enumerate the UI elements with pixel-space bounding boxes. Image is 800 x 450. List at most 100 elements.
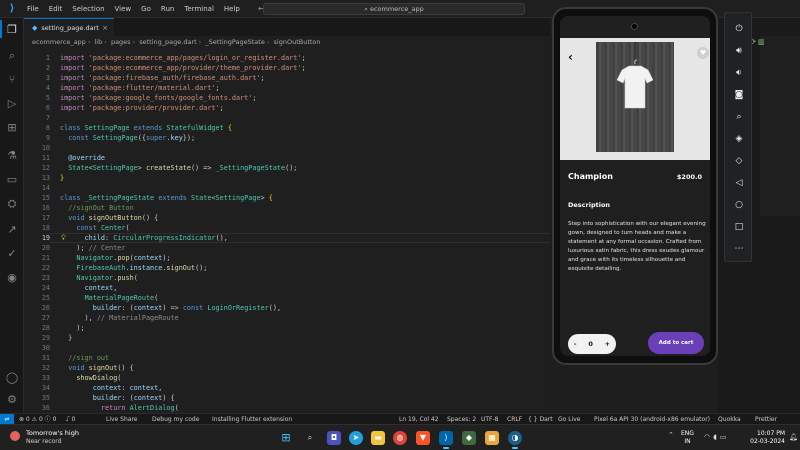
language-indicator[interactable]: ENG IN [681,430,694,446]
start-icon[interactable]: ⊞ [279,431,293,445]
notification-bell-icon[interactable]: 🔔︎ [789,433,798,441]
code-line[interactable]: 24 context, [24,283,550,293]
emulator-icon[interactable]: ◑ [508,431,522,449]
code-line[interactable]: 17 void signOutButton() { [24,213,550,223]
breadcrumb-item[interactable]: pages [111,38,131,46]
code-line[interactable]: 20 ); // Center [24,243,550,253]
breadcrumb-item[interactable]: ecommerce_app [32,38,86,46]
code-line[interactable]: 31 //sign out [24,353,550,363]
settings-gear-icon[interactable]: ⚙ [4,392,20,408]
breadcrumb-item[interactable]: _SettingPageState [205,38,264,46]
weather-title[interactable]: Tomorrow's high [26,429,79,437]
code-line[interactable]: 32 void signOut() { [24,363,550,373]
code-line[interactable]: 14 [24,183,550,193]
command-center[interactable]: ⌕ ecommerce_app [263,3,525,15]
code-line[interactable]: 6 import 'package:provider/provider.dart'… [24,103,550,113]
brave-icon[interactable]: ▼ [416,431,430,445]
weather-subtitle[interactable]: Near record [26,438,61,445]
code-line[interactable]: 33 showDialog( [24,373,550,383]
remote-explorer-icon[interactable]: ▭ [4,172,20,188]
live-share-icon[interactable]: ↗ [4,222,20,238]
menu-help[interactable]: Help [219,0,245,18]
breadcrumb-item[interactable]: signOutButton [274,38,321,46]
wifi-icon[interactable]: ◠ [704,433,713,441]
back-icon[interactable]: ◁ [731,175,747,191]
code-line[interactable]: 29 } [24,333,550,343]
docker-icon[interactable]: ⛭ [4,196,20,212]
code-line[interactable]: 15 class _SettingPageState extends State<… [24,193,550,203]
code-line[interactable]: 10 [24,143,550,153]
code-line[interactable]: 18 const Center( [24,223,550,233]
menu-run[interactable]: Run [156,0,179,18]
volume-down-icon[interactable]: 🔉︎ [731,65,747,81]
decrement-button[interactable]: - [574,340,577,348]
checklist-icon[interactable]: ✓ [4,246,20,262]
menu-file[interactable]: File [22,0,44,18]
teams-icon[interactable]: ◘ [327,431,341,445]
app-icon[interactable]: ▦ [485,431,499,445]
code-line[interactable]: 22 FirebaseAuth.instance.signOut(); [24,263,550,273]
home-icon[interactable]: ○ [731,197,747,213]
camera-icon[interactable]: ◙ [731,87,747,103]
source-control-icon[interactable]: ⑂ [4,72,20,88]
search-icon[interactable]: ⌕ [303,431,317,445]
search-icon[interactable]: ⌕ [4,48,20,64]
zoom-icon[interactable]: ⌕ [731,109,747,125]
code-line[interactable]: 8 class SettingPage extends StatefulWidge… [24,123,550,133]
increment-button[interactable]: + [605,340,610,348]
telegram-icon[interactable]: ➤ [349,431,363,445]
code-line[interactable]: 9 const SettingPage({super.key}); [24,133,550,143]
speaker-icon[interactable]: ◖ [713,433,720,441]
code-line[interactable]: 19 child: CircularProgressIndicator(), 💡︎ [24,233,550,243]
add-to-cart-button[interactable]: Add to cart [648,332,704,354]
code-line[interactable]: 11 @override [24,153,550,163]
menu-selection[interactable]: Selection [67,0,109,18]
extensions-icon[interactable]: ⊞ [4,120,20,136]
tray-icons[interactable]: ◠◖▭ [704,433,729,441]
menu-go[interactable]: Go [136,0,156,18]
menu-edit[interactable]: Edit [44,0,68,18]
back-arrow-icon[interactable]: ‹ [568,50,573,64]
run-debug-icon[interactable]: ▷ [4,96,20,112]
code-line[interactable]: 13} [24,173,550,183]
android-studio-icon[interactable]: ◆ [462,431,476,445]
code-line[interactable]: 3 import 'package:firebase_auth/firebase_… [24,73,550,83]
more-icon[interactable]: ⋯ [731,241,747,257]
overview-icon[interactable]: □ [731,219,747,235]
github-icon[interactable]: ◉ [4,270,20,286]
clock[interactable]: 10:07 PM 02-03-2024 [741,430,785,446]
code-line[interactable]: 25 MaterialPageRoute( [24,293,550,303]
code-line[interactable]: 26 builder: (context) => const LoginOrRe… [24,303,550,313]
code-line[interactable]: 28 ); [24,323,550,333]
power-icon[interactable]: ⏻ [731,21,747,37]
code-line[interactable]: 5 import 'package:google_fonts/google_fon… [24,93,550,103]
split-icon[interactable]: ▥ [758,38,767,46]
weather-icon[interactable] [10,431,20,441]
code-line[interactable]: 16 //signOut Button [24,203,550,213]
code-line[interactable]: 36 return AlertDialog( [24,403,550,413]
code-line[interactable]: 23 Navigator.push( [24,273,550,283]
code-line[interactable]: 2 import 'package:ecommerce_app/provider/… [24,63,550,73]
breadcrumb-item[interactable]: setting_page.dart [139,38,196,46]
file-explorer-icon[interactable]: ▬ [371,431,385,445]
close-icon[interactable]: × [102,24,108,32]
rotate-left-icon[interactable]: ◈ [731,131,747,147]
menu-view[interactable]: View [110,0,137,18]
code-editor[interactable]: 1 import 'package:ecommerce_app/pages/log… [24,49,550,413]
battery-icon[interactable]: ▭ [720,433,730,441]
vscode-icon[interactable]: ⟩ [439,431,453,449]
code-line[interactable]: 27 ), // MaterialPageRoute [24,313,550,323]
code-line[interactable]: 7 [24,113,550,123]
tray-expand-icon[interactable]: ⌃ [668,431,674,439]
lightbulb-icon[interactable]: 💡︎ [61,233,66,243]
chrome-icon[interactable]: ◍ [393,431,407,445]
code-line[interactable]: 21 Navigator.pop(context); [24,253,550,263]
menu-terminal[interactable]: Terminal [179,0,219,18]
testing-icon[interactable]: ⚗ [4,148,20,164]
tab-setting-page[interactable]: ◆ setting_page.dart × [24,18,114,36]
explorer-icon[interactable]: ❐ [4,22,20,38]
account-icon[interactable]: ◯ [4,370,20,386]
code-line[interactable]: 34 context: context, [24,383,550,393]
rotate-right-icon[interactable]: ◇ [731,153,747,169]
code-line[interactable]: 12 State<SettingPage> createState() => _… [24,163,550,173]
